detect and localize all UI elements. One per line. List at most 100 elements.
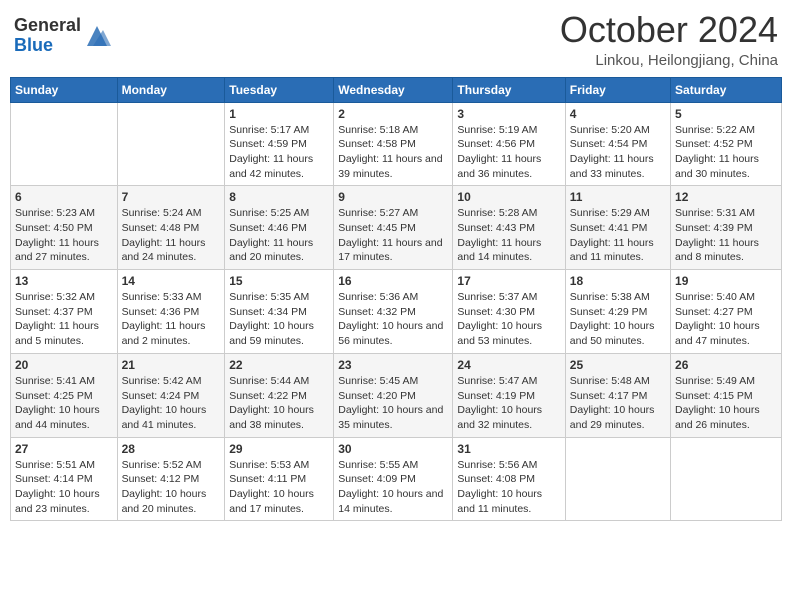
logo: General Blue (14, 16, 111, 56)
day-info: Sunrise: 5:47 AMSunset: 4:19 PMDaylight:… (457, 374, 560, 433)
day-cell: 25Sunrise: 5:48 AMSunset: 4:17 PMDayligh… (565, 353, 670, 437)
col-friday: Friday (565, 77, 670, 102)
day-info: Sunrise: 5:35 AMSunset: 4:34 PMDaylight:… (229, 290, 329, 349)
day-info: Sunrise: 5:40 AMSunset: 4:27 PMDaylight:… (675, 290, 777, 349)
col-tuesday: Tuesday (225, 77, 334, 102)
day-number: 28 (122, 442, 221, 456)
day-cell: 26 Sunrise: 5:49 AMSunset: 4:15 PMDayligh… (671, 353, 782, 437)
day-number: 10 (457, 190, 560, 204)
page-header: General Blue October 2024 Linkou, Heilon… (10, 10, 782, 69)
day-info: Sunrise: 5:49 AMSunset: 4:15 PMDaylight:… (675, 374, 777, 433)
day-number: 15 (229, 274, 329, 288)
day-cell: 30Sunrise: 5:55 AMSunset: 4:09 PMDayligh… (334, 437, 453, 521)
day-cell: 24 Sunrise: 5:47 AMSunset: 4:19 PMDayligh… (453, 353, 565, 437)
day-number: 31 (457, 442, 560, 456)
col-sunday: Sunday (11, 77, 118, 102)
logo-blue: Blue (14, 35, 53, 55)
day-cell: 19 Sunrise: 5:40 AMSunset: 4:27 PMDayligh… (671, 270, 782, 354)
day-info: Sunrise: 5:32 AMSunset: 4:37 PMDaylight:… (15, 290, 113, 349)
day-number: 8 (229, 190, 329, 204)
day-number: 5 (675, 107, 777, 121)
day-cell (117, 102, 225, 186)
day-info: Sunrise: 5:41 AMSunset: 4:25 PMDaylight:… (15, 374, 113, 433)
day-cell: 12Sunrise: 5:31 AMSunset: 4:39 PMDayligh… (671, 186, 782, 270)
day-info: Sunrise: 5:18 AMSunset: 4:58 PMDaylight:… (338, 123, 448, 182)
col-monday: Monday (117, 77, 225, 102)
day-info: Sunrise: 5:25 AMSunset: 4:46 PMDaylight:… (229, 206, 329, 265)
day-info: Sunrise: 5:38 AMSunset: 4:29 PMDaylight:… (570, 290, 666, 349)
day-number: 23 (338, 358, 448, 372)
day-info: Sunrise: 5:42 AMSunset: 4:24 PMDaylight:… (122, 374, 221, 433)
day-number: 21 (122, 358, 221, 372)
day-info: Sunrise: 5:51 AMSunset: 4:14 PMDaylight:… (15, 458, 113, 517)
day-cell: 7 Sunrise: 5:24 AMSunset: 4:48 PMDaylight… (117, 186, 225, 270)
day-cell: 15 Sunrise: 5:35 AMSunset: 4:34 PMDayligh… (225, 270, 334, 354)
day-number: 9 (338, 190, 448, 204)
day-number: 1 (229, 107, 329, 121)
day-cell: 27 Sunrise: 5:51 AMSunset: 4:14 PMDayligh… (11, 437, 118, 521)
day-number: 17 (457, 274, 560, 288)
day-cell: 6 Sunrise: 5:23 AMSunset: 4:50 PMDaylight… (11, 186, 118, 270)
day-info: Sunrise: 5:36 AMSunset: 4:32 PMDaylight:… (338, 290, 448, 349)
week-row-1: 1 Sunrise: 5:17 AMSunset: 4:59 PMDaylight… (11, 102, 782, 186)
col-saturday: Saturday (671, 77, 782, 102)
day-cell: 4Sunrise: 5:20 AMSunset: 4:54 PMDaylight… (565, 102, 670, 186)
day-cell: 8 Sunrise: 5:25 AMSunset: 4:46 PMDaylight… (225, 186, 334, 270)
day-cell: 20 Sunrise: 5:41 AMSunset: 4:25 PMDayligh… (11, 353, 118, 437)
day-cell: 29 Sunrise: 5:53 AMSunset: 4:11 PMDayligh… (225, 437, 334, 521)
logo-icon (83, 22, 111, 50)
day-cell: 5Sunrise: 5:22 AMSunset: 4:52 PMDaylight… (671, 102, 782, 186)
day-cell: 31 Sunrise: 5:56 AMSunset: 4:08 PMDayligh… (453, 437, 565, 521)
day-info: Sunrise: 5:24 AMSunset: 4:48 PMDaylight:… (122, 206, 221, 265)
day-cell: 2Sunrise: 5:18 AMSunset: 4:58 PMDaylight… (334, 102, 453, 186)
day-info: Sunrise: 5:33 AMSunset: 4:36 PMDaylight:… (122, 290, 221, 349)
day-number: 18 (570, 274, 666, 288)
day-cell: 13 Sunrise: 5:32 AMSunset: 4:37 PMDayligh… (11, 270, 118, 354)
week-row-3: 13 Sunrise: 5:32 AMSunset: 4:37 PMDayligh… (11, 270, 782, 354)
day-number: 25 (570, 358, 666, 372)
week-row-5: 27 Sunrise: 5:51 AMSunset: 4:14 PMDayligh… (11, 437, 782, 521)
day-number: 11 (570, 190, 666, 204)
day-cell: 9 Sunrise: 5:27 AMSunset: 4:45 PMDaylight… (334, 186, 453, 270)
day-number: 22 (229, 358, 329, 372)
day-cell: 10 Sunrise: 5:28 AMSunset: 4:43 PMDayligh… (453, 186, 565, 270)
day-info: Sunrise: 5:55 AMSunset: 4:09 PMDaylight:… (338, 458, 448, 517)
day-info: Sunrise: 5:23 AMSunset: 4:50 PMDaylight:… (15, 206, 113, 265)
day-cell (671, 437, 782, 521)
day-info: Sunrise: 5:52 AMSunset: 4:12 PMDaylight:… (122, 458, 221, 517)
day-cell: 1 Sunrise: 5:17 AMSunset: 4:59 PMDaylight… (225, 102, 334, 186)
day-info: Sunrise: 5:56 AMSunset: 4:08 PMDaylight:… (457, 458, 560, 517)
header-row: Sunday Monday Tuesday Wednesday Thursday… (11, 77, 782, 102)
day-cell: 11Sunrise: 5:29 AMSunset: 4:41 PMDayligh… (565, 186, 670, 270)
calendar-table: Sunday Monday Tuesday Wednesday Thursday… (10, 77, 782, 522)
day-info: Sunrise: 5:28 AMSunset: 4:43 PMDaylight:… (457, 206, 560, 265)
day-info: Sunrise: 5:27 AMSunset: 4:45 PMDaylight:… (338, 206, 448, 265)
day-number: 13 (15, 274, 113, 288)
day-number: 27 (15, 442, 113, 456)
logo-text: General Blue (14, 16, 81, 56)
day-number: 26 (675, 358, 777, 372)
day-info: Sunrise: 5:45 AMSunset: 4:20 PMDaylight:… (338, 374, 448, 433)
day-info: Sunrise: 5:31 AMSunset: 4:39 PMDaylight:… (675, 206, 777, 265)
day-info: Sunrise: 5:37 AMSunset: 4:30 PMDaylight:… (457, 290, 560, 349)
month-title: October 2024 (560, 10, 778, 50)
day-number: 14 (122, 274, 221, 288)
day-cell: 22 Sunrise: 5:44 AMSunset: 4:22 PMDayligh… (225, 353, 334, 437)
col-wednesday: Wednesday (334, 77, 453, 102)
day-number: 29 (229, 442, 329, 456)
day-number: 19 (675, 274, 777, 288)
location: Linkou, Heilongjiang, China (560, 52, 778, 69)
day-cell: 3Sunrise: 5:19 AMSunset: 4:56 PMDaylight… (453, 102, 565, 186)
day-info: Sunrise: 5:17 AMSunset: 4:59 PMDaylight:… (229, 123, 329, 182)
day-info: Sunrise: 5:53 AMSunset: 4:11 PMDaylight:… (229, 458, 329, 517)
day-info: Sunrise: 5:19 AMSunset: 4:56 PMDaylight:… (457, 123, 560, 182)
day-number: 24 (457, 358, 560, 372)
week-row-4: 20 Sunrise: 5:41 AMSunset: 4:25 PMDayligh… (11, 353, 782, 437)
day-number: 6 (15, 190, 113, 204)
week-row-2: 6 Sunrise: 5:23 AMSunset: 4:50 PMDaylight… (11, 186, 782, 270)
day-number: 20 (15, 358, 113, 372)
day-number: 7 (122, 190, 221, 204)
day-cell (565, 437, 670, 521)
day-info: Sunrise: 5:44 AMSunset: 4:22 PMDaylight:… (229, 374, 329, 433)
day-cell (11, 102, 118, 186)
